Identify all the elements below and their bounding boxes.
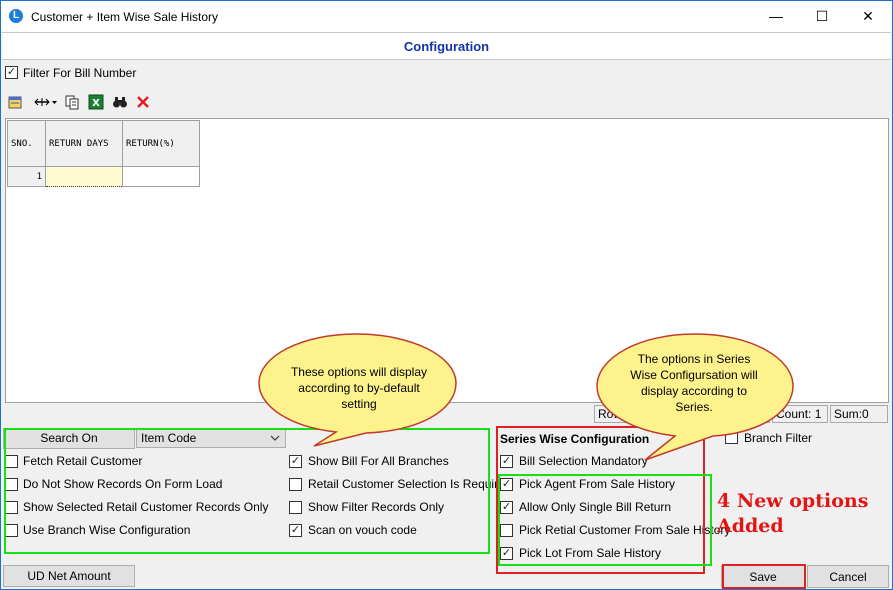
right-callout-text: The options in Series Wise Configursatio… — [630, 352, 758, 414]
close-button[interactable]: ✕ — [845, 1, 891, 31]
cell-sno: 1 — [7, 166, 46, 187]
filter-bill-checkbox[interactable]: ✓ — [5, 66, 18, 79]
window-title: Customer + Item Wise Sale History — [31, 10, 219, 24]
copy-icon[interactable] — [64, 94, 80, 110]
annotation-line-1: 4 New options — [717, 490, 869, 512]
ud-net-amount-button[interactable]: UD Net Amount — [3, 565, 135, 587]
minimize-button[interactable]: — — [753, 1, 799, 31]
column-header-return-pct[interactable]: RETURN(%) — [122, 120, 200, 167]
table-row[interactable]: 1 — [7, 166, 200, 187]
grid-toolbar: X — [2, 88, 891, 116]
svg-text:X: X — [92, 98, 100, 109]
column-header-sno[interactable]: SNO. — [7, 120, 46, 167]
page-title: Configuration — [2, 32, 891, 60]
cell-return-days[interactable] — [45, 166, 123, 187]
notepad-icon[interactable] — [7, 94, 23, 110]
column-header-return-days[interactable]: RETURN DAYS — [45, 120, 123, 167]
annotation-line-2: Added — [717, 515, 784, 537]
grid-header-row: SNO. RETURN DAYS RETURN(%) — [7, 120, 200, 167]
left-callout-text: These options will display according to … — [290, 365, 428, 411]
app-icon: L — [9, 9, 23, 23]
app-window: L Customer + Item Wise Sale History — ☐ … — [0, 0, 893, 590]
title-bar: L Customer + Item Wise Sale History — ☐ … — [1, 1, 892, 32]
delete-icon[interactable] — [135, 94, 151, 110]
column-resize-icon[interactable] — [32, 94, 58, 110]
excel-icon[interactable]: X — [88, 94, 104, 110]
maximize-button[interactable]: ☐ — [799, 1, 845, 31]
filter-bill-label: Filter For Bill Number — [23, 66, 137, 80]
new-options-highlight — [498, 474, 712, 566]
cancel-button[interactable]: Cancel — [807, 565, 889, 588]
binoculars-icon[interactable] — [112, 94, 128, 110]
cell-return-pct[interactable] — [122, 166, 200, 187]
grid-table: SNO. RETURN DAYS RETURN(%) 1 — [7, 120, 200, 187]
status-sum: Sum:0 — [830, 405, 888, 423]
save-highlight — [722, 564, 806, 589]
